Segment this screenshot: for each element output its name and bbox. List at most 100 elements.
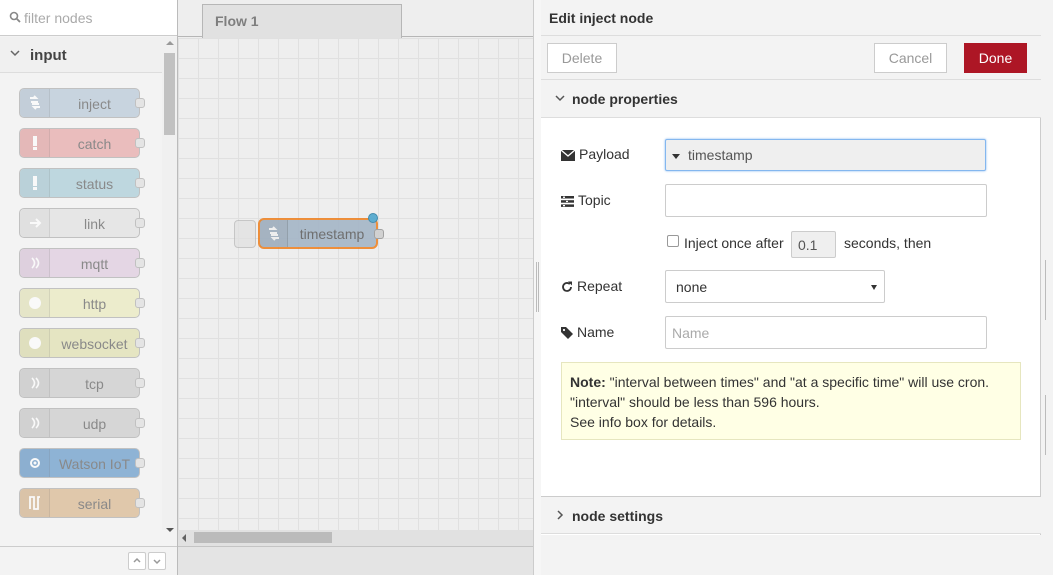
edit-tray: Edit inject node Delete Cancel Done node… <box>541 0 1041 575</box>
cancel-button[interactable]: Cancel <box>874 43 947 73</box>
palette-node-inject[interactable]: inject <box>19 88 145 118</box>
bridge-icon <box>31 377 40 389</box>
section-title: node settings <box>572 508 664 524</box>
note-line-2: "interval" should be less than 596 hours… <box>570 394 820 410</box>
output-port <box>135 498 145 508</box>
payload-value: timestamp <box>688 147 753 163</box>
palette-node-label: status <box>75 176 114 192</box>
inject-once-label: Inject once after <box>684 235 784 251</box>
tray-toolbar: Delete Cancel Done <box>541 36 1041 80</box>
palette-node-label: Watson IoT <box>58 456 131 472</box>
section-node-settings[interactable]: node settings <box>541 496 1041 534</box>
inject-once-checkbox[interactable] <box>667 235 679 247</box>
note-line-1: "interval between times" and "at a speci… <box>605 374 990 390</box>
palette-node-label: udp <box>82 416 107 432</box>
dropdown-arrow-icon <box>871 285 877 290</box>
chevron-down-icon <box>10 50 20 57</box>
bridge-icon <box>31 417 40 429</box>
palette-node-udp[interactable]: udp <box>19 408 145 438</box>
delete-button[interactable]: Delete <box>547 43 617 73</box>
palette-search-input[interactable] <box>24 8 164 28</box>
palette-node-label: inject <box>78 96 111 112</box>
chevron-down-icon <box>555 95 565 102</box>
palette-footer <box>0 546 177 575</box>
output-port <box>135 458 145 468</box>
section-node-properties[interactable]: node properties <box>541 80 1041 118</box>
palette-scroll-thumb[interactable] <box>164 53 175 135</box>
repeat-value: none <box>676 279 708 295</box>
palette-node-label: link <box>83 216 105 232</box>
palette-node-link[interactable]: link <box>19 208 145 238</box>
palette-node-label: http <box>82 296 107 312</box>
palette-node-tcp[interactable]: tcp <box>19 368 145 398</box>
divider <box>1045 395 1046 455</box>
palette-node-websocket[interactable]: websocket <box>19 328 145 358</box>
topic-input[interactable] <box>665 184 987 217</box>
palette-node-mqtt[interactable]: mqtt <box>19 248 145 278</box>
watson-icon <box>30 458 40 468</box>
output-port <box>135 98 145 108</box>
tray-header: Edit inject node <box>541 0 1041 36</box>
scroll-down-icon <box>166 528 174 532</box>
serial-icon <box>29 496 40 510</box>
palette-search <box>0 0 177 36</box>
tray-resize-handle[interactable] <box>533 0 541 575</box>
palette-node-http[interactable]: http <box>19 288 145 318</box>
note-bold: Note: <box>570 374 606 390</box>
done-button[interactable]: Done <box>964 43 1027 73</box>
output-port <box>135 338 145 348</box>
palette-category-input[interactable]: input <box>0 37 162 73</box>
palette-node-label: websocket <box>61 336 128 352</box>
seconds-then-label: seconds, then <box>844 235 932 251</box>
alert-icon <box>33 136 37 150</box>
collapse-all-button[interactable] <box>128 552 146 570</box>
output-port <box>135 138 145 148</box>
tag-icon <box>561 327 573 339</box>
topic-label-text: Topic <box>578 192 611 208</box>
repeat-select[interactable]: none <box>665 270 885 303</box>
repeat-label-text: Repeat <box>577 278 623 294</box>
globe-icon <box>29 297 41 309</box>
inject-once-delay-input[interactable] <box>791 231 836 258</box>
output-port <box>135 178 145 188</box>
name-label-text: Name <box>577 324 615 340</box>
palette-scrollbar[interactable] <box>162 37 177 532</box>
palette-category-label: input <box>30 47 67 64</box>
workspace: Flow 1 timestamp <box>178 0 533 575</box>
node-palette: input inject catch status link <box>0 0 178 575</box>
payload-label: Payload <box>560 146 630 162</box>
output-port <box>135 218 145 228</box>
repeat-icon <box>562 281 572 292</box>
palette-node-watson-iot[interactable]: Watson IoT <box>19 448 145 478</box>
output-port <box>135 298 145 308</box>
expand-all-button[interactable] <box>148 552 166 570</box>
palette-node-label: serial <box>77 496 112 512</box>
search-icon <box>9 11 21 23</box>
repeat-label: Repeat <box>561 278 622 294</box>
name-input[interactable] <box>665 316 987 349</box>
link-icon <box>30 218 42 228</box>
output-port <box>135 258 145 268</box>
tasks-icon <box>561 196 574 207</box>
caret-down-icon[interactable] <box>672 154 680 159</box>
palette-node-status[interactable]: status <box>19 168 145 198</box>
palette-node-label: catch <box>77 136 112 152</box>
sidebar-edge <box>1041 0 1053 575</box>
node-red-editor: input inject catch status link <box>0 0 1053 575</box>
alert-icon <box>33 176 37 190</box>
inject-icon <box>30 95 40 110</box>
globe-icon <box>29 337 41 349</box>
chevron-right-icon <box>557 510 564 520</box>
palette-node-list: inject catch status link mqtt http webso… <box>0 74 162 530</box>
chevron-down-icon <box>153 559 161 565</box>
chevron-up-icon <box>133 557 141 563</box>
payload-typed-input[interactable]: timestamp <box>665 139 986 171</box>
note-line-3: See info box for details. <box>570 414 717 430</box>
name-label: Name <box>561 324 614 340</box>
palette-node-serial[interactable]: serial <box>19 488 145 518</box>
topic-label: Topic <box>561 192 611 208</box>
grip-icon <box>536 262 539 312</box>
payload-label-text: Payload <box>579 146 630 162</box>
output-port <box>135 378 145 388</box>
palette-node-catch[interactable]: catch <box>19 128 145 158</box>
